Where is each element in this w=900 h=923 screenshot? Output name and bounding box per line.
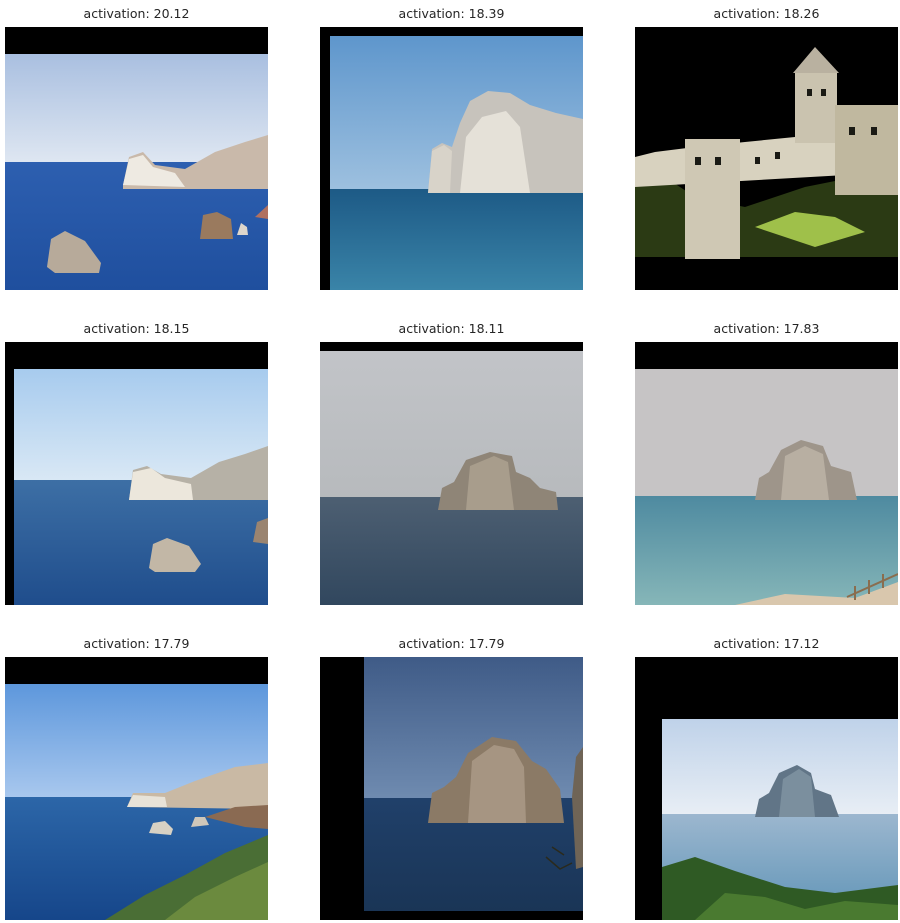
panel-image — [320, 27, 583, 290]
panel-title: activation: 18.15 — [83, 321, 190, 336]
panel-image — [5, 342, 268, 605]
panel-title: activation: 17.12 — [713, 636, 820, 651]
panel-image — [635, 657, 898, 920]
panel-title: activation: 17.79 — [398, 636, 505, 651]
panel-image — [635, 342, 898, 605]
panel-title: activation: 18.39 — [398, 6, 505, 21]
panel-title: activation: 17.83 — [713, 321, 820, 336]
panel-title: activation: 18.11 — [398, 321, 505, 336]
panel-title: activation: 17.79 — [83, 636, 190, 651]
panel-image — [320, 342, 583, 605]
panel-image — [5, 657, 268, 920]
panel-image — [320, 657, 583, 920]
panel-title: activation: 20.12 — [83, 6, 190, 21]
panel-image — [5, 27, 268, 290]
panel-title: activation: 18.26 — [713, 6, 820, 21]
panel-image — [635, 27, 898, 290]
